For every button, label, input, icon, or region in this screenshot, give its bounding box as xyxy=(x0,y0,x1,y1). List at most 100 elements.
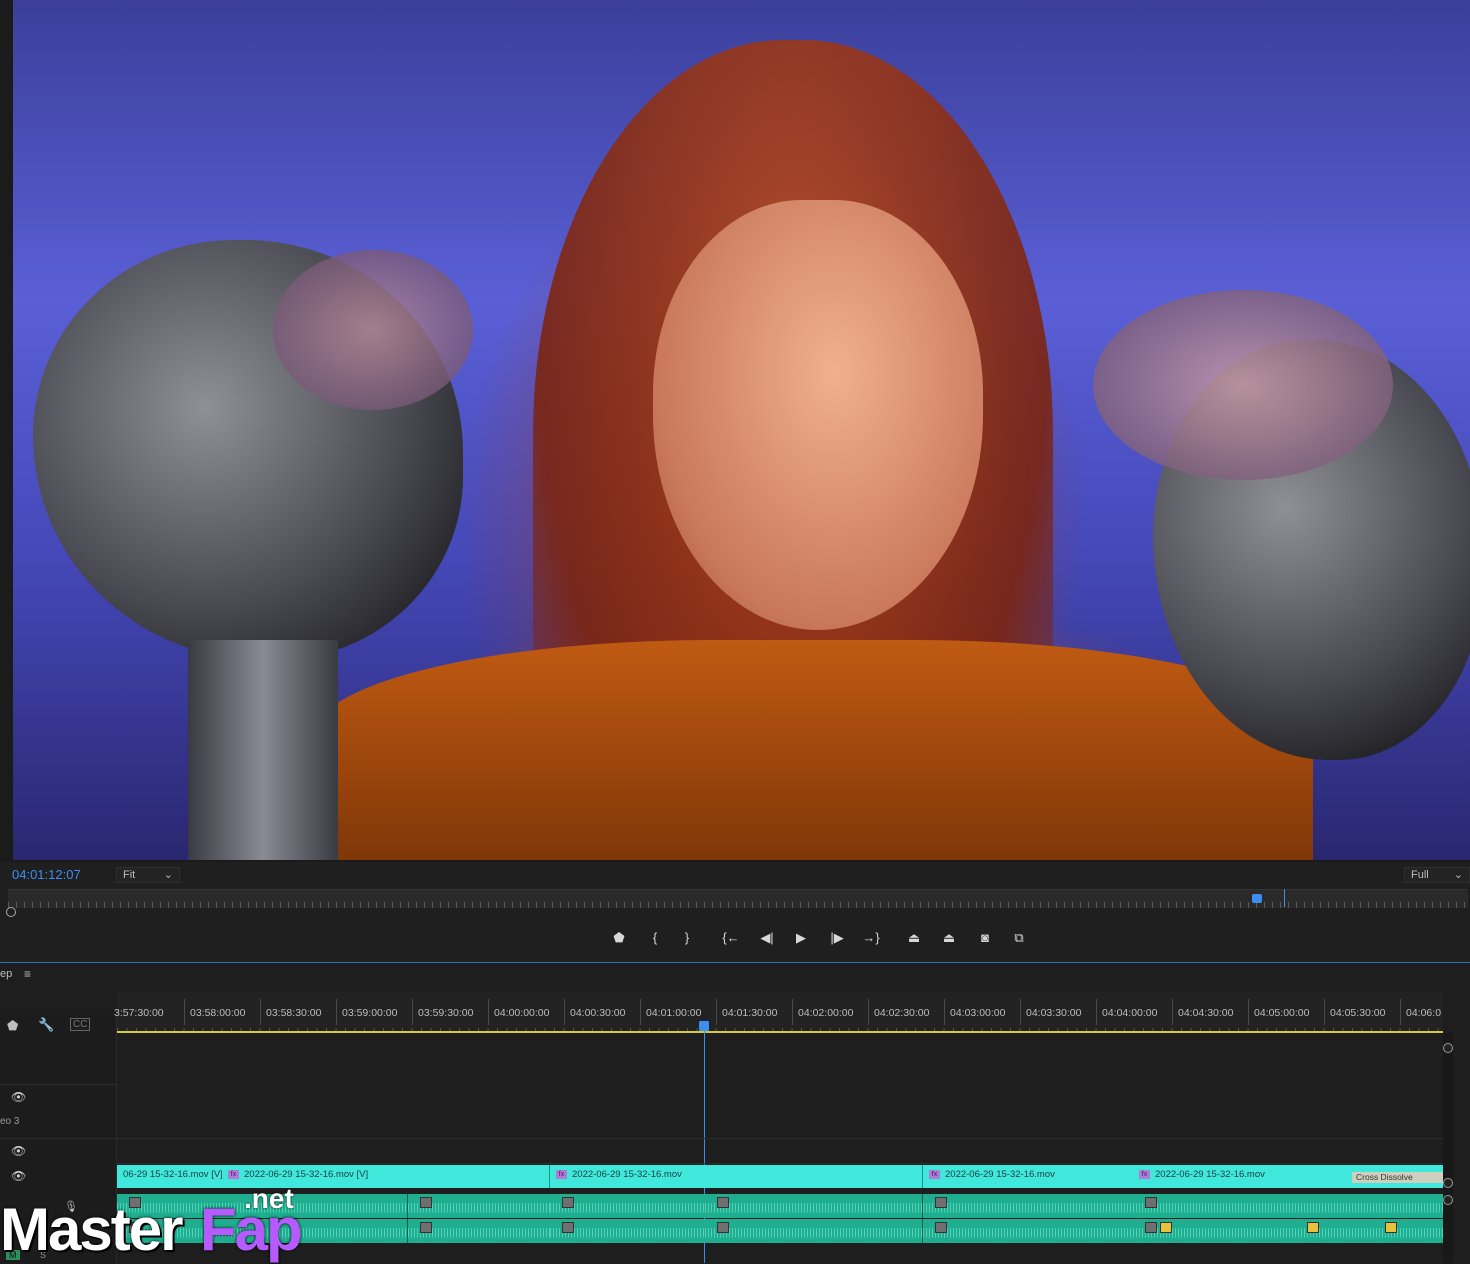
clip-label: fx 2022-06-29 15-32-16.mov xyxy=(1139,1169,1265,1180)
audio-clip[interactable] xyxy=(1133,1219,1444,1243)
monitor-playhead-line xyxy=(1284,889,1285,907)
extract-button[interactable]: ⏏ xyxy=(938,928,960,948)
eye-icon[interactable]: 👁 xyxy=(11,1144,26,1158)
eye-icon[interactable]: 👁 xyxy=(11,1090,26,1104)
marker-icon: ⬟ xyxy=(613,930,625,945)
sequence-tab[interactable]: ep xyxy=(0,968,12,980)
track-divider xyxy=(117,1163,1443,1164)
ruler-time-label: 04:00:00:00 xyxy=(494,1007,550,1019)
playback-resolution-dropdown[interactable]: Full ⌄ xyxy=(1404,867,1470,883)
fx-badge-icon xyxy=(1160,1222,1172,1233)
clip-name: 2022-06-29 15-32-16.mov xyxy=(1155,1169,1265,1180)
mark-out-icon: } xyxy=(684,930,690,945)
cross-dissolve-transition[interactable]: Cross Dissolve xyxy=(1352,1172,1444,1183)
export-frame-button[interactable]: ◙ xyxy=(974,928,996,948)
ruler-major-tick xyxy=(716,999,717,1025)
ruler-time-label: 04:03:30:00 xyxy=(1026,1007,1082,1019)
ruler-time-label: 3:57:30:00 xyxy=(114,1007,164,1019)
wrench-icon[interactable]: 🔧 xyxy=(38,1017,54,1033)
go-to-out-button[interactable]: →} xyxy=(860,928,882,948)
mark-out-button[interactable]: } xyxy=(676,928,698,948)
go-to-in-button[interactable]: {← xyxy=(720,928,742,948)
fx-badge-icon xyxy=(562,1197,574,1208)
ruler-major-tick xyxy=(488,999,489,1025)
playback-resolution-value: Full xyxy=(1411,869,1429,881)
clip-label: fx 2022-06-29 15-32-16.mov xyxy=(556,1169,682,1180)
clip-name: 2022-06-29 15-32-16.mov xyxy=(572,1169,682,1180)
video-clip[interactable] xyxy=(705,1165,923,1188)
lift-icon: ⏏ xyxy=(907,930,921,945)
audio-clip[interactable] xyxy=(705,1219,923,1243)
ruler-time-label: 04:01:00:00 xyxy=(646,1007,702,1019)
timeline-playhead[interactable] xyxy=(699,1021,709,1031)
add-marker-button[interactable]: ⬟ xyxy=(608,928,630,948)
zoom-level-dropdown[interactable]: Fit ⌄ xyxy=(116,867,180,883)
audio-clip[interactable] xyxy=(705,1194,923,1218)
left-microphone-body xyxy=(188,640,338,860)
watermark-fap: Fap xyxy=(200,1196,303,1263)
comparison-view-button[interactable]: ⧉ xyxy=(1008,928,1030,948)
fx-badge-icon xyxy=(1145,1197,1157,1208)
ruler-major-tick xyxy=(1400,999,1401,1025)
extract-icon: ⏏ xyxy=(942,930,956,945)
chevron-down-icon: ⌄ xyxy=(163,869,173,881)
zoom-handle[interactable] xyxy=(6,907,16,917)
clip-name: 2022-06-29 15-32-16.mov xyxy=(945,1169,1055,1180)
video-clip[interactable]: fx 2022-06-29 15-32-16.mov xyxy=(923,1165,1134,1188)
audio-clip[interactable] xyxy=(1133,1194,1444,1218)
ruler-time-label: 04:00:30:00 xyxy=(570,1007,626,1019)
ruler-major-tick xyxy=(1172,999,1173,1025)
video-clip[interactable]: fx 2022-06-29 15-32-16.mov xyxy=(550,1165,706,1188)
work-area-bar[interactable] xyxy=(117,1031,1443,1033)
captions-icon[interactable]: CC xyxy=(70,1018,91,1031)
ruler-time-label: 04:03:00:00 xyxy=(950,1007,1006,1019)
scroll-top-handle[interactable] xyxy=(1443,1043,1453,1053)
fx-badge-icon: fx xyxy=(556,1169,567,1179)
ruler-major-tick xyxy=(336,999,337,1025)
clip-label: fx 2022-06-29 15-32-16.mov [V] xyxy=(228,1169,368,1180)
track-divider xyxy=(0,1084,116,1085)
right-hand-shape xyxy=(1093,290,1393,480)
ruler-major-tick xyxy=(868,999,869,1025)
ruler-major-tick xyxy=(944,999,945,1025)
left-hand-shape xyxy=(273,250,473,410)
ruler-time-label: 03:58:30:00 xyxy=(266,1007,322,1019)
monitor-playhead[interactable] xyxy=(1252,894,1262,903)
audio-clip[interactable] xyxy=(923,1194,1134,1218)
clip-label: 06-29 15-32-16.mov [V] xyxy=(123,1169,223,1180)
timeline-vertical-scrollbar[interactable] xyxy=(1443,1033,1453,1263)
step-forward-button[interactable]: |▶ xyxy=(826,928,848,948)
comparison-view-icon: ⧉ xyxy=(1014,930,1024,945)
fx-badge-icon xyxy=(717,1197,729,1208)
ruler-major-tick xyxy=(412,999,413,1025)
ruler-major-tick xyxy=(792,999,793,1025)
fx-badge-icon: fx xyxy=(228,1169,239,1179)
eye-icon[interactable]: 👁 xyxy=(11,1169,26,1183)
monitor-scrub-bar[interactable] xyxy=(8,889,1468,908)
add-marker-icon[interactable]: ⬟ xyxy=(7,1018,18,1034)
ruler-major-tick xyxy=(260,999,261,1025)
ruler-time-label: 03:59:30:00 xyxy=(418,1007,474,1019)
mark-in-icon: { xyxy=(652,930,658,945)
fx-badge-icon xyxy=(1307,1222,1319,1233)
track-divider xyxy=(117,1138,1443,1139)
go-to-out-icon: →} xyxy=(862,930,880,945)
clip-name: 2022-06-29 15-32-16.mov [V] xyxy=(244,1169,369,1180)
playhead-timecode[interactable]: 04:01:12:07 xyxy=(12,867,81,882)
ruler-major-tick xyxy=(1096,999,1097,1025)
sweater-shape xyxy=(313,640,1313,860)
scroll-bottom-handle[interactable] xyxy=(1443,1195,1453,1205)
step-back-button[interactable]: ◀| xyxy=(756,928,778,948)
lift-button[interactable]: ⏏ xyxy=(903,928,925,948)
audio-clip[interactable] xyxy=(923,1219,1134,1243)
play-button[interactable]: ▶ xyxy=(790,928,812,948)
mark-in-button[interactable]: { xyxy=(644,928,666,948)
ruler-time-label: 04:04:00:00 xyxy=(1102,1007,1158,1019)
time-ruler[interactable]: 3:57:30:00 03:58:00:00 03:58:30:00 03:59:00… xyxy=(114,991,1443,1033)
watermark-master: Master xyxy=(0,1196,183,1263)
ruler-major-tick xyxy=(1324,999,1325,1025)
panel-menu-icon[interactable]: ≡ xyxy=(24,967,31,981)
video-frame xyxy=(13,0,1470,860)
fx-badge-icon xyxy=(1145,1222,1157,1233)
scroll-mid-handle[interactable] xyxy=(1443,1178,1453,1188)
